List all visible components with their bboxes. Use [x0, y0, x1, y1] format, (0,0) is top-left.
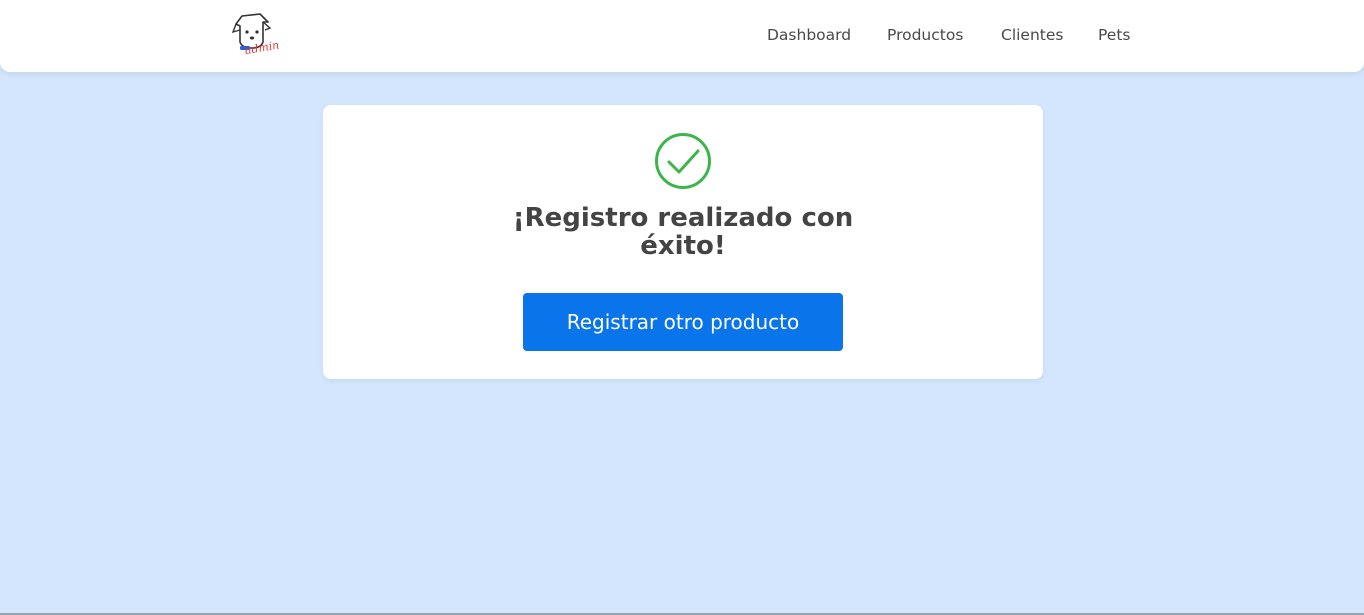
nav-clientes[interactable]: Clientes: [1001, 24, 1063, 46]
success-message: ¡Registro realizado con éxito!: [512, 203, 854, 261]
nav-dashboard[interactable]: Dashboard: [767, 24, 851, 46]
nav-pets[interactable]: Pets: [1098, 24, 1130, 46]
nav-productos[interactable]: Productos: [887, 24, 963, 46]
check-circle-icon: [654, 132, 712, 190]
success-card: ¡Registro realizado con éxito! Registrar…: [323, 105, 1043, 379]
top-navbar: admin Dashboard Productos Clientes Pets: [0, 0, 1364, 72]
register-another-product-button[interactable]: Registrar otro producto: [523, 293, 843, 351]
dog-admin-logo-icon[interactable]: admin: [230, 12, 284, 58]
logo-text: admin: [244, 38, 280, 57]
